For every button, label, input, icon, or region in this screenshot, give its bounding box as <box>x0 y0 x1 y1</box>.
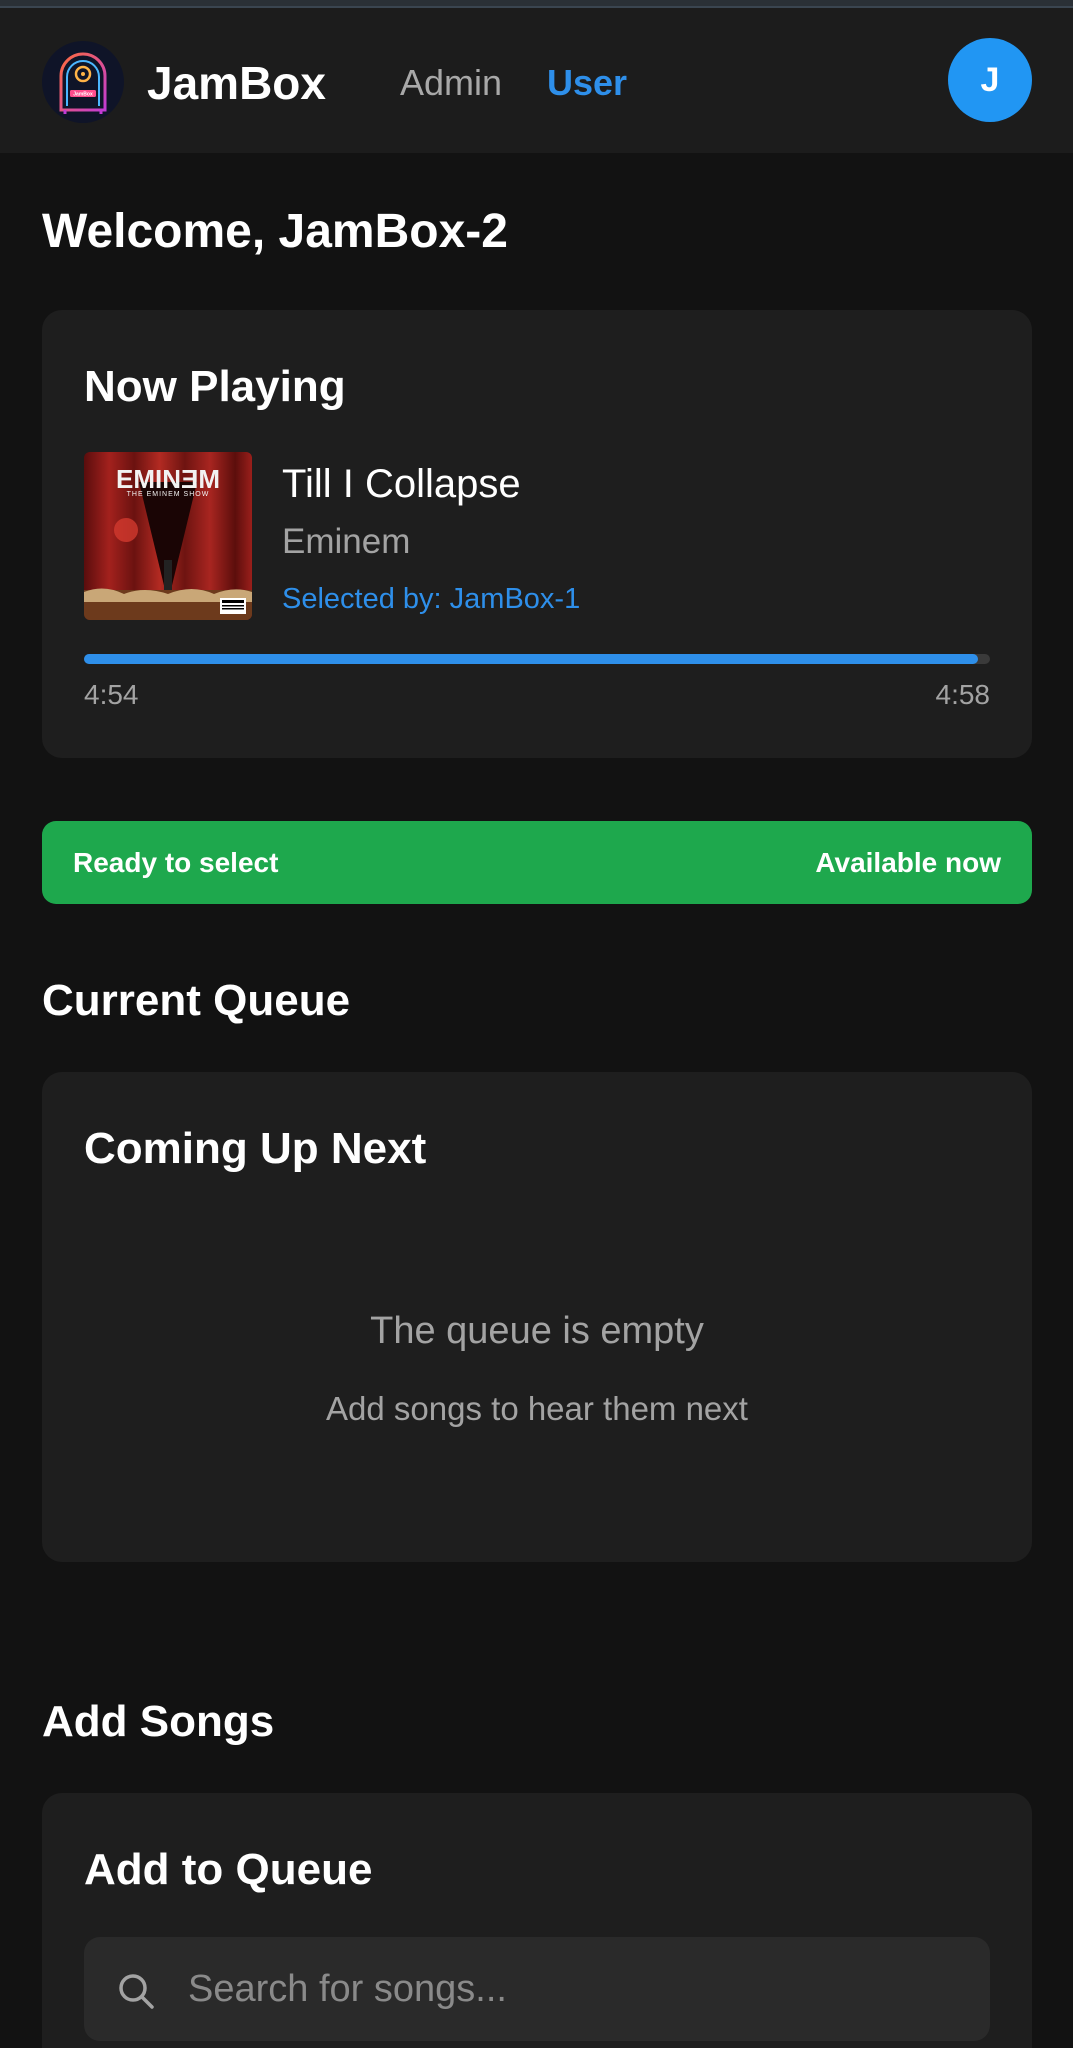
nav-user-link[interactable]: User <box>547 62 627 104</box>
selection-status-bar: Ready to select Available now <box>42 821 1032 904</box>
song-search-box[interactable] <box>84 1937 990 2041</box>
welcome-heading: Welcome, JamBox-2 <box>42 205 508 258</box>
add-to-queue-title: Add to Queue <box>84 1845 373 1894</box>
song-artist: Eminem <box>282 522 411 561</box>
queue-card: Coming Up Next The queue is empty Add so… <box>42 1072 1032 1562</box>
album-sub-text: THE EMINEM SHOW <box>127 491 210 498</box>
coming-up-next-title: Coming Up Next <box>84 1124 427 1173</box>
app-header: JamBox JamBox Admin User J <box>0 8 1073 153</box>
song-title: Till I Collapse <box>282 462 521 506</box>
nav-admin-link[interactable]: Admin <box>400 62 502 104</box>
search-icon <box>119 1974 154 2009</box>
now-playing-card: Now Playing EMINƎM THE EMINEM SHOW Till … <box>42 310 1032 758</box>
jambox-logo[interactable]: JamBox <box>42 41 124 123</box>
brand-name: JamBox <box>147 57 326 109</box>
user-avatar[interactable]: J <box>948 38 1032 122</box>
add-to-queue-card: Add to Queue <box>42 1793 1032 2048</box>
queue-empty-message: The queue is empty <box>370 1310 704 1352</box>
svg-text:JamBox: JamBox <box>73 92 93 98</box>
song-search-input[interactable] <box>188 1937 968 2041</box>
progress-fill <box>84 654 979 664</box>
selected-by-label: Selected by: JamBox-1 <box>282 583 581 615</box>
playback-progress-bar[interactable] <box>84 654 990 664</box>
queue-empty-hint: Add songs to hear them next <box>326 1390 748 1427</box>
top-strip <box>0 0 1073 8</box>
status-ready-text: Ready to select <box>73 847 279 878</box>
current-time: 4:54 <box>84 679 139 710</box>
album-art-image: EMINƎM THE EMINEM SHOW <box>84 452 252 620</box>
album-cover: EMINƎM THE EMINEM SHOW <box>84 452 252 620</box>
total-time: 4:58 <box>935 679 991 710</box>
album-logo-text: EMINƎM <box>116 464 220 494</box>
now-playing-title: Now Playing <box>84 362 346 411</box>
current-queue-heading: Current Queue <box>42 976 351 1025</box>
status-available-text: Available now <box>815 847 1001 878</box>
add-songs-heading: Add Songs <box>42 1697 275 1746</box>
jukebox-icon: JamBox <box>59 52 107 114</box>
